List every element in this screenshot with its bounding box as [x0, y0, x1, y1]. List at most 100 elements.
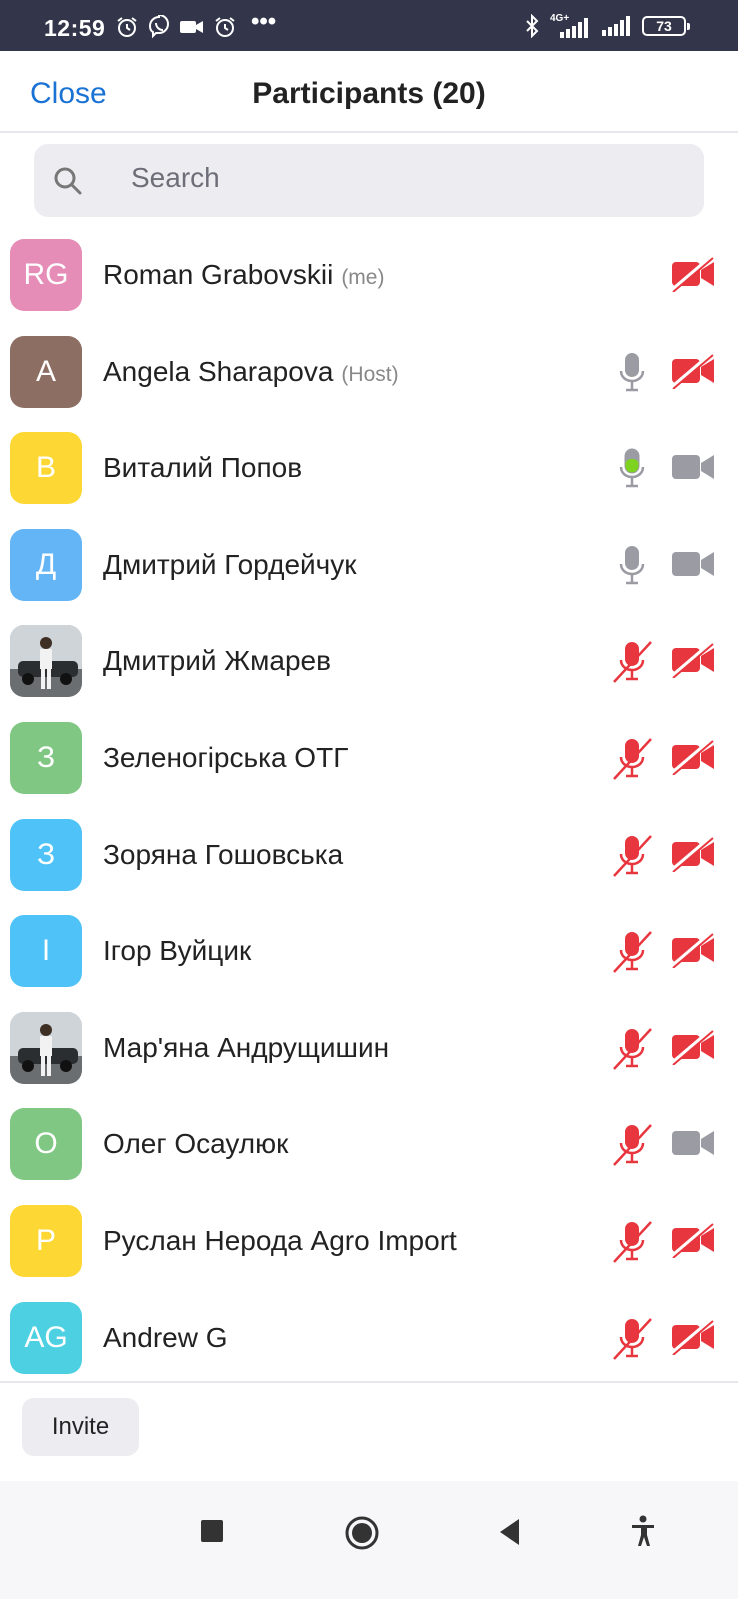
- status-system-icons: 4G+ 73: [524, 13, 690, 39]
- participant-row[interactable]: A Angela Sharapova (Host): [0, 323, 738, 420]
- alarm-icon: [215, 17, 235, 37]
- back-triangle-icon[interactable]: [497, 1517, 521, 1547]
- participant-name: Мар'яна Андрущишин: [103, 1031, 390, 1063]
- participant-name-wrap: Дмитрий Гордейчук: [103, 549, 357, 581]
- participant-row[interactable]: Дмитрий Жмарев: [0, 612, 738, 709]
- avatar: [10, 1011, 82, 1084]
- recents-square-icon[interactable]: [200, 1519, 224, 1543]
- search-placeholder: Search: [131, 162, 220, 193]
- participant-name-wrap: Дмитрий Жмарев: [103, 645, 331, 677]
- bottom-toolbar: Invite: [0, 1381, 738, 1481]
- participant-name: Дмитрий Жмарев: [103, 645, 332, 677]
- participant-name-wrap: Andrew G: [103, 1322, 228, 1354]
- status-notification-icons: •••: [115, 8, 276, 41]
- system-navigation-bar: [0, 1481, 738, 1599]
- participant-name: Олег Осаулюк: [103, 1128, 289, 1160]
- participant-name: Roman Grabovskii: [103, 259, 334, 290]
- video-icon: [180, 21, 203, 33]
- mic-muted-icon: [611, 638, 653, 684]
- avatar: AG: [10, 1301, 82, 1374]
- video-off-icon: [669, 738, 716, 776]
- mic-icon: [611, 349, 653, 395]
- participants-list: RG Roman Grabovskii (me) A Angela Sharapova (…: [0, 226, 738, 1385]
- avatar: З: [10, 818, 82, 891]
- participant-row[interactable]: Мар'яна Андрущишин: [0, 999, 738, 1096]
- participant-row[interactable]: Д Дмитрий Гордейчук: [0, 516, 738, 613]
- participant-role-tag: (Host): [341, 362, 399, 386]
- participant-name: Ігор Вуйцик: [103, 935, 252, 967]
- participant-row[interactable]: З Зоряна Гошовська: [0, 806, 738, 903]
- participant-name-wrap: Виталий Попов: [103, 452, 302, 484]
- avatar-initials: AG: [24, 1320, 68, 1354]
- avatar-initials: І: [41, 934, 51, 968]
- avatar: Р: [10, 1204, 82, 1277]
- participant-name-wrap: Зеленогірська ОТГ: [103, 742, 348, 774]
- mic-icon: [611, 542, 653, 588]
- participant-row[interactable]: В Виталий Попов: [0, 419, 738, 516]
- participant-name-wrap: Мар'яна Андрущишин: [103, 1032, 389, 1064]
- avatar: І: [10, 915, 82, 988]
- avatar: Д: [10, 528, 82, 601]
- participant-name: Andrew G: [103, 1321, 228, 1353]
- video-on-icon: [670, 546, 716, 582]
- page-title: Participants (20): [252, 77, 486, 110]
- signal-icon: [602, 16, 630, 36]
- video-off-icon: [669, 1221, 716, 1259]
- avatar-initials: В: [35, 451, 56, 485]
- mic-muted-icon: [611, 1218, 653, 1264]
- avatar-initials: О: [34, 1127, 58, 1161]
- avatar-initials: Р: [35, 1223, 56, 1257]
- invite-button[interactable]: Invite: [22, 1398, 139, 1456]
- alarm-icon: [117, 17, 137, 37]
- participant-row[interactable]: AG Andrew G: [0, 1289, 738, 1386]
- viber-icon: [148, 15, 169, 39]
- participant-name-wrap: Angela Sharapova (Host): [103, 356, 399, 388]
- video-off-icon: [669, 641, 716, 680]
- mic-muted-icon: [611, 928, 653, 974]
- avatar: [10, 625, 82, 698]
- participant-name-wrap: Руслан Нерода Agro Import: [103, 1225, 457, 1257]
- participant-row[interactable]: Р Руслан Нерода Agro Import: [0, 1192, 738, 1289]
- participant-name-wrap: Зоряна Гошовська: [103, 839, 343, 871]
- home-circle-icon[interactable]: [344, 1515, 380, 1551]
- participant-name-wrap: Олег Осаулюк: [103, 1128, 288, 1160]
- participant-row[interactable]: RG Roman Grabovskii (me): [0, 226, 738, 323]
- participant-name: Зеленогірська ОТГ: [103, 741, 349, 773]
- avatar: З: [10, 721, 82, 794]
- header: Close Participants (20): [0, 51, 738, 133]
- video-off-icon: [669, 1318, 716, 1356]
- participant-name-wrap: Roman Grabovskii (me): [103, 259, 384, 291]
- avatar: В: [10, 432, 82, 505]
- participant-name: Дмитрий Гордейчук: [103, 548, 357, 580]
- status-bar: 12:59 ••• 4G+ 73: [0, 0, 738, 51]
- mic-muted-icon: [611, 832, 653, 878]
- signal-4g-icon: 4G+: [550, 14, 590, 38]
- video-off-icon: [669, 931, 716, 969]
- mic-muted-icon: [611, 735, 653, 781]
- more-notifications-icon: •••: [251, 8, 277, 35]
- mic-muted-icon: [611, 1121, 653, 1167]
- participant-row[interactable]: О Олег Осаулюк: [0, 1095, 738, 1192]
- search-input[interactable]: Search: [34, 144, 704, 217]
- video-off-icon: [669, 352, 716, 390]
- avatar: О: [10, 1108, 82, 1181]
- avatar: RG: [10, 239, 82, 311]
- participant-row[interactable]: І Ігор Вуйцик: [0, 902, 738, 999]
- video-off-icon: [669, 1028, 716, 1066]
- video-off-icon: [669, 835, 716, 873]
- avatar-initials: З: [36, 740, 56, 774]
- mic-muted-icon: [611, 1025, 653, 1071]
- avatar-initials: Д: [35, 547, 57, 581]
- status-time: 12:59: [44, 15, 106, 41]
- bluetooth-icon: [526, 14, 539, 38]
- participant-role-tag: (me): [341, 266, 385, 289]
- avatar-initials: A: [35, 354, 56, 388]
- battery-icon: 73: [642, 16, 690, 36]
- avatar: A: [10, 335, 82, 408]
- video-on-icon: [670, 449, 716, 485]
- participant-row[interactable]: З Зеленогірська ОТГ: [0, 709, 738, 806]
- participant-name: Виталий Попов: [103, 452, 303, 484]
- mic-muted-icon: [611, 1315, 653, 1361]
- search-icon: [54, 167, 82, 195]
- accessibility-icon[interactable]: [630, 1515, 656, 1547]
